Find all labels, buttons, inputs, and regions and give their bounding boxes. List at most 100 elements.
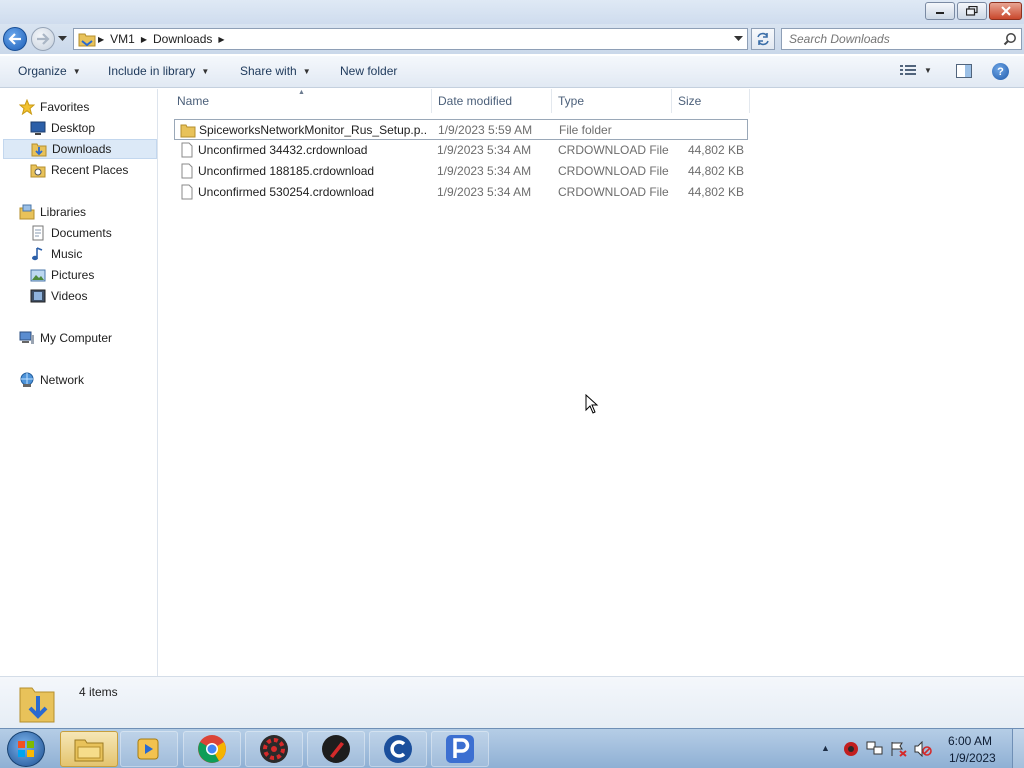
nav-libraries[interactable]: Libraries [19, 202, 86, 222]
flag-icon[interactable] [890, 741, 908, 757]
arrow-left-icon [8, 33, 21, 45]
volume-muted-icon[interactable] [914, 741, 932, 757]
breadcrumb-separator[interactable]: ▶ [218, 35, 224, 44]
libraries-icon [19, 204, 35, 220]
close-button[interactable] [989, 2, 1022, 20]
chrome-icon [198, 735, 226, 763]
title-bar [0, 0, 1024, 24]
restore-button[interactable] [957, 2, 987, 20]
refresh-button[interactable] [751, 28, 775, 50]
chevron-down-icon: ▼ [302, 66, 311, 76]
back-button[interactable] [3, 27, 27, 51]
navigation-pane: Favorites Desktop Downloads Recent Place… [0, 89, 158, 676]
nav-downloads[interactable]: Downloads [3, 139, 157, 159]
details-view-icon [900, 65, 916, 75]
nav-pictures[interactable]: Pictures [30, 265, 94, 285]
address-history-dropdown-icon[interactable] [734, 36, 743, 42]
media-player-icon [137, 738, 159, 760]
recent-places-icon [30, 164, 46, 178]
explorer-icon [74, 739, 104, 762]
breadcrumb-separator[interactable]: ▶ [141, 35, 147, 44]
nav-videos-label: Videos [51, 289, 88, 303]
nav-documents[interactable]: Documents [30, 223, 112, 243]
file-type: CRDOWNLOAD File [558, 143, 669, 157]
nav-desktop-label: Desktop [51, 121, 96, 135]
file-row[interactable]: Unconfirmed 188185.crdownload 1/9/2023 5… [174, 161, 748, 182]
network-icon [20, 372, 34, 387]
refresh-icon [757, 32, 769, 46]
search-box[interactable] [781, 28, 1022, 50]
file-type: File folder [559, 123, 612, 137]
nav-desktop[interactable]: Desktop [30, 118, 95, 138]
taskbar-red-pen-app[interactable] [307, 731, 365, 767]
address-bar[interactable]: ▶ VM1 ▶ Downloads ▶ [73, 28, 748, 50]
help-icon[interactable]: ? [992, 63, 1009, 80]
nav-videos[interactable]: Videos [30, 286, 87, 306]
nav-music-label: Music [51, 247, 83, 261]
taskbar-media-player[interactable] [120, 731, 178, 767]
file-name: SpiceworksNetworkMonitor_Rus_Setup.p... [199, 123, 427, 137]
nav-music[interactable]: Music [30, 244, 82, 264]
minimize-icon [936, 12, 944, 14]
music-icon [32, 247, 43, 261]
start-button[interactable] [7, 731, 45, 767]
column-name-label: Name [177, 94, 210, 108]
new-folder-button[interactable]: New folder [340, 64, 397, 78]
organize-button[interactable]: Organize ▼ [18, 64, 81, 78]
file-size: 44,802 KB [687, 143, 744, 157]
chevron-down-icon[interactable]: ▼ [924, 66, 932, 75]
breadcrumb-vm1[interactable]: VM1 [110, 32, 135, 46]
file-type: CRDOWNLOAD File [558, 164, 669, 178]
security-icon[interactable] [843, 741, 859, 757]
command-bar: Organize ▼ Include in library ▼ Share wi… [0, 56, 1024, 88]
nav-favorites[interactable]: Favorites [19, 97, 89, 117]
file-row[interactable]: Unconfirmed 530254.crdownload 1/9/2023 5… [174, 182, 748, 203]
clock-time[interactable]: 6:00 AM [948, 734, 992, 748]
downloads-folder-large-icon [19, 687, 55, 723]
nav-favorites-label: Favorites [40, 100, 90, 114]
change-view-button[interactable]: ▼ [900, 64, 932, 76]
column-header-size[interactable]: Size [672, 89, 750, 113]
documents-icon [32, 225, 44, 241]
clock-date[interactable]: 1/9/2023 [949, 751, 996, 765]
forward-button[interactable] [31, 27, 55, 51]
column-header-date-modified[interactable]: Date modified [432, 89, 552, 113]
show-hidden-icons-icon[interactable]: ▲ [821, 743, 830, 753]
preview-pane-button[interactable] [956, 64, 972, 81]
breadcrumb-downloads[interactable]: Downloads [153, 32, 212, 46]
file-row[interactable]: SpiceworksNetworkMonitor_Rus_Setup.p... … [174, 119, 748, 140]
item-count: 4 items [79, 685, 118, 699]
nav-my-computer[interactable]: My Computer [19, 328, 112, 348]
ccleaner-icon [384, 735, 412, 763]
column-type-label: Type [558, 94, 585, 108]
search-input[interactable] [789, 32, 999, 46]
recent-pages-dropdown-icon[interactable] [58, 36, 67, 42]
file-type: CRDOWNLOAD File [558, 185, 669, 199]
file-row[interactable]: Unconfirmed 34432.crdownload 1/9/2023 5:… [174, 140, 748, 161]
taskbar-p-app[interactable] [431, 731, 489, 767]
minimize-button[interactable] [925, 2, 955, 20]
network-icon[interactable] [866, 741, 884, 757]
desktop-icon [30, 121, 46, 135]
chevron-down-icon: ▼ [72, 66, 81, 76]
file-icon [181, 142, 193, 158]
share-with-label: Share with [240, 64, 297, 78]
taskbar-ccleaner[interactable] [369, 731, 427, 767]
column-header-type[interactable]: Type [552, 89, 672, 113]
nav-network[interactable]: Network [19, 370, 84, 390]
computer-icon [19, 331, 34, 344]
file-name: Unconfirmed 188185.crdownload [198, 164, 375, 178]
show-desktop-button[interactable] [1012, 729, 1024, 768]
search-icon[interactable] [1003, 32, 1017, 46]
taskbar-red-gear-app[interactable] [245, 731, 303, 767]
windows-logo-icon [18, 741, 34, 757]
arrow-right-icon [37, 33, 50, 45]
include-in-library-button[interactable]: Include in library ▼ [108, 64, 209, 78]
nav-recent-places[interactable]: Recent Places [30, 160, 128, 180]
nav-libraries-label: Libraries [40, 205, 87, 219]
taskbar-chrome[interactable] [183, 731, 241, 767]
share-with-button[interactable]: Share with ▼ [240, 64, 311, 78]
breadcrumb-separator[interactable]: ▶ [98, 35, 104, 44]
taskbar-explorer[interactable] [60, 731, 118, 767]
address-row: ▶ VM1 ▶ Downloads ▶ [0, 24, 1024, 54]
